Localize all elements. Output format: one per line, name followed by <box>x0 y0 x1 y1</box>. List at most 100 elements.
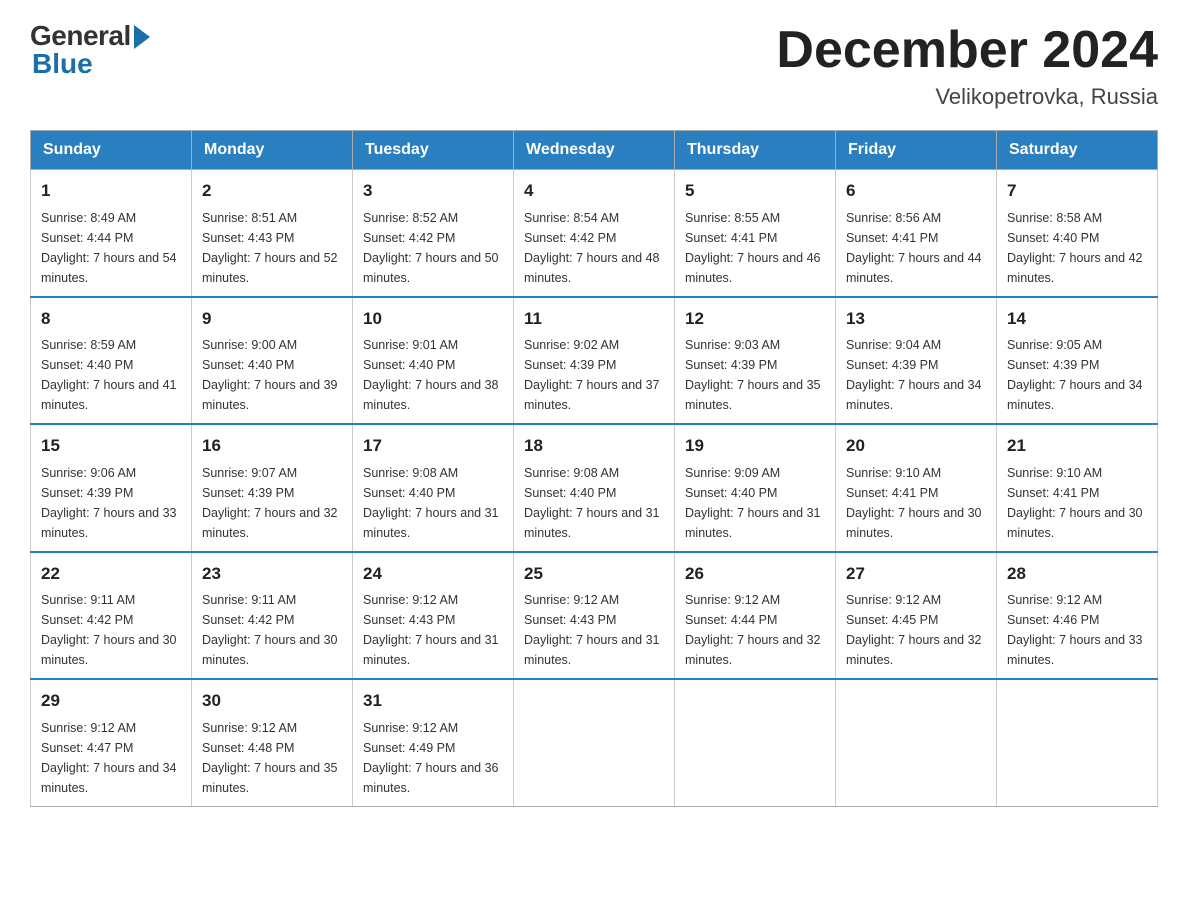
day-info: Sunrise: 9:02 AMSunset: 4:39 PMDaylight:… <box>524 338 660 412</box>
logo-arrow-icon <box>134 25 150 49</box>
calendar-header-tuesday: Tuesday <box>353 131 514 170</box>
calendar-cell: 3 Sunrise: 8:52 AMSunset: 4:42 PMDayligh… <box>353 170 514 297</box>
calendar-cell: 26 Sunrise: 9:12 AMSunset: 4:44 PMDaylig… <box>675 552 836 680</box>
day-number: 5 <box>685 178 825 204</box>
logo-blue-text: Blue <box>32 48 93 80</box>
calendar-cell: 6 Sunrise: 8:56 AMSunset: 4:41 PMDayligh… <box>836 170 997 297</box>
day-info: Sunrise: 9:10 AMSunset: 4:41 PMDaylight:… <box>1007 466 1143 540</box>
day-info: Sunrise: 9:12 AMSunset: 4:48 PMDaylight:… <box>202 721 338 795</box>
calendar-header-monday: Monday <box>192 131 353 170</box>
day-number: 15 <box>41 433 181 459</box>
day-info: Sunrise: 9:06 AMSunset: 4:39 PMDaylight:… <box>41 466 177 540</box>
day-number: 29 <box>41 688 181 714</box>
logo: General Blue <box>30 20 150 80</box>
day-info: Sunrise: 9:12 AMSunset: 4:47 PMDaylight:… <box>41 721 177 795</box>
calendar-cell: 12 Sunrise: 9:03 AMSunset: 4:39 PMDaylig… <box>675 297 836 425</box>
day-info: Sunrise: 8:55 AMSunset: 4:41 PMDaylight:… <box>685 211 821 285</box>
day-info: Sunrise: 8:59 AMSunset: 4:40 PMDaylight:… <box>41 338 177 412</box>
calendar-cell: 30 Sunrise: 9:12 AMSunset: 4:48 PMDaylig… <box>192 679 353 806</box>
calendar-cell: 7 Sunrise: 8:58 AMSunset: 4:40 PMDayligh… <box>997 170 1158 297</box>
calendar-cell: 24 Sunrise: 9:12 AMSunset: 4:43 PMDaylig… <box>353 552 514 680</box>
day-number: 8 <box>41 306 181 332</box>
calendar-cell <box>997 679 1158 806</box>
day-number: 2 <box>202 178 342 204</box>
calendar-cell: 27 Sunrise: 9:12 AMSunset: 4:45 PMDaylig… <box>836 552 997 680</box>
day-info: Sunrise: 9:07 AMSunset: 4:39 PMDaylight:… <box>202 466 338 540</box>
day-number: 16 <box>202 433 342 459</box>
day-number: 12 <box>685 306 825 332</box>
calendar-cell <box>514 679 675 806</box>
calendar-cell: 21 Sunrise: 9:10 AMSunset: 4:41 PMDaylig… <box>997 424 1158 552</box>
day-info: Sunrise: 9:05 AMSunset: 4:39 PMDaylight:… <box>1007 338 1143 412</box>
calendar-cell <box>836 679 997 806</box>
day-number: 10 <box>363 306 503 332</box>
calendar-cell: 23 Sunrise: 9:11 AMSunset: 4:42 PMDaylig… <box>192 552 353 680</box>
calendar-cell: 14 Sunrise: 9:05 AMSunset: 4:39 PMDaylig… <box>997 297 1158 425</box>
day-number: 27 <box>846 561 986 587</box>
day-info: Sunrise: 9:01 AMSunset: 4:40 PMDaylight:… <box>363 338 499 412</box>
calendar-week-row: 22 Sunrise: 9:11 AMSunset: 4:42 PMDaylig… <box>31 552 1158 680</box>
calendar-cell: 11 Sunrise: 9:02 AMSunset: 4:39 PMDaylig… <box>514 297 675 425</box>
calendar-cell: 31 Sunrise: 9:12 AMSunset: 4:49 PMDaylig… <box>353 679 514 806</box>
day-number: 6 <box>846 178 986 204</box>
day-number: 7 <box>1007 178 1147 204</box>
location-subtitle: Velikopetrovka, Russia <box>776 84 1158 110</box>
day-info: Sunrise: 8:54 AMSunset: 4:42 PMDaylight:… <box>524 211 660 285</box>
calendar-header-saturday: Saturday <box>997 131 1158 170</box>
calendar-week-row: 8 Sunrise: 8:59 AMSunset: 4:40 PMDayligh… <box>31 297 1158 425</box>
calendar-week-row: 29 Sunrise: 9:12 AMSunset: 4:47 PMDaylig… <box>31 679 1158 806</box>
calendar-cell: 25 Sunrise: 9:12 AMSunset: 4:43 PMDaylig… <box>514 552 675 680</box>
day-info: Sunrise: 9:12 AMSunset: 4:43 PMDaylight:… <box>524 593 660 667</box>
day-number: 31 <box>363 688 503 714</box>
day-number: 18 <box>524 433 664 459</box>
day-number: 13 <box>846 306 986 332</box>
calendar-cell: 5 Sunrise: 8:55 AMSunset: 4:41 PMDayligh… <box>675 170 836 297</box>
day-info: Sunrise: 9:12 AMSunset: 4:49 PMDaylight:… <box>363 721 499 795</box>
calendar-cell: 18 Sunrise: 9:08 AMSunset: 4:40 PMDaylig… <box>514 424 675 552</box>
day-number: 26 <box>685 561 825 587</box>
calendar-cell: 2 Sunrise: 8:51 AMSunset: 4:43 PMDayligh… <box>192 170 353 297</box>
day-number: 14 <box>1007 306 1147 332</box>
day-info: Sunrise: 9:10 AMSunset: 4:41 PMDaylight:… <box>846 466 982 540</box>
month-title: December 2024 <box>776 20 1158 80</box>
calendar-header-friday: Friday <box>836 131 997 170</box>
calendar-header-row: SundayMondayTuesdayWednesdayThursdayFrid… <box>31 131 1158 170</box>
day-info: Sunrise: 9:12 AMSunset: 4:44 PMDaylight:… <box>685 593 821 667</box>
calendar-cell: 17 Sunrise: 9:08 AMSunset: 4:40 PMDaylig… <box>353 424 514 552</box>
day-number: 3 <box>363 178 503 204</box>
calendar-header-wednesday: Wednesday <box>514 131 675 170</box>
day-info: Sunrise: 8:51 AMSunset: 4:43 PMDaylight:… <box>202 211 338 285</box>
day-number: 1 <box>41 178 181 204</box>
day-number: 21 <box>1007 433 1147 459</box>
calendar-cell: 4 Sunrise: 8:54 AMSunset: 4:42 PMDayligh… <box>514 170 675 297</box>
day-info: Sunrise: 9:12 AMSunset: 4:43 PMDaylight:… <box>363 593 499 667</box>
calendar-cell: 10 Sunrise: 9:01 AMSunset: 4:40 PMDaylig… <box>353 297 514 425</box>
day-number: 22 <box>41 561 181 587</box>
day-info: Sunrise: 8:58 AMSunset: 4:40 PMDaylight:… <box>1007 211 1143 285</box>
calendar-cell <box>675 679 836 806</box>
calendar-cell: 9 Sunrise: 9:00 AMSunset: 4:40 PMDayligh… <box>192 297 353 425</box>
calendar-cell: 20 Sunrise: 9:10 AMSunset: 4:41 PMDaylig… <box>836 424 997 552</box>
day-number: 9 <box>202 306 342 332</box>
day-info: Sunrise: 8:52 AMSunset: 4:42 PMDaylight:… <box>363 211 499 285</box>
day-info: Sunrise: 9:12 AMSunset: 4:45 PMDaylight:… <box>846 593 982 667</box>
day-number: 23 <box>202 561 342 587</box>
calendar-week-row: 15 Sunrise: 9:06 AMSunset: 4:39 PMDaylig… <box>31 424 1158 552</box>
day-info: Sunrise: 8:56 AMSunset: 4:41 PMDaylight:… <box>846 211 982 285</box>
calendar-cell: 15 Sunrise: 9:06 AMSunset: 4:39 PMDaylig… <box>31 424 192 552</box>
calendar-cell: 29 Sunrise: 9:12 AMSunset: 4:47 PMDaylig… <box>31 679 192 806</box>
day-info: Sunrise: 9:08 AMSunset: 4:40 PMDaylight:… <box>524 466 660 540</box>
calendar-cell: 8 Sunrise: 8:59 AMSunset: 4:40 PMDayligh… <box>31 297 192 425</box>
day-info: Sunrise: 9:03 AMSunset: 4:39 PMDaylight:… <box>685 338 821 412</box>
day-number: 17 <box>363 433 503 459</box>
day-info: Sunrise: 9:11 AMSunset: 4:42 PMDaylight:… <box>41 593 177 667</box>
day-info: Sunrise: 9:08 AMSunset: 4:40 PMDaylight:… <box>363 466 499 540</box>
calendar-cell: 19 Sunrise: 9:09 AMSunset: 4:40 PMDaylig… <box>675 424 836 552</box>
day-number: 28 <box>1007 561 1147 587</box>
day-number: 19 <box>685 433 825 459</box>
calendar-week-row: 1 Sunrise: 8:49 AMSunset: 4:44 PMDayligh… <box>31 170 1158 297</box>
day-info: Sunrise: 9:11 AMSunset: 4:42 PMDaylight:… <box>202 593 338 667</box>
day-number: 4 <box>524 178 664 204</box>
calendar-cell: 1 Sunrise: 8:49 AMSunset: 4:44 PMDayligh… <box>31 170 192 297</box>
title-section: December 2024 Velikopetrovka, Russia <box>776 20 1158 110</box>
